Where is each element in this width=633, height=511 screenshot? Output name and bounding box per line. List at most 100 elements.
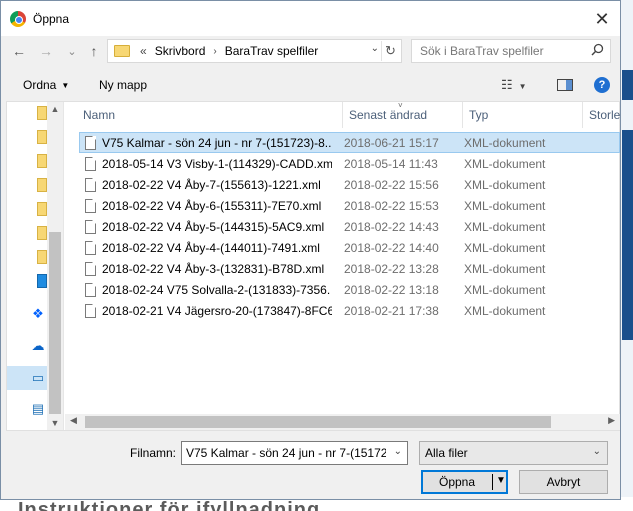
xml-document-icon	[85, 261, 96, 276]
scroll-down-icon[interactable]: ▼	[50, 418, 60, 428]
file-row[interactable]: 2018-02-22 V4 Åby-4-(144011)-7491.xml 201…	[79, 237, 620, 258]
file-name: 2018-02-22 V4 Åby-3-(132831)-B78D.xml	[102, 261, 325, 276]
breadcrumb-baratrav[interactable]: BaraTrav spelfiler	[225, 44, 319, 58]
column-header-name[interactable]: Namn	[65, 102, 343, 128]
column-header-size[interactable]: Storlek	[583, 102, 620, 128]
new-folder-button[interactable]: Ny mapp	[99, 78, 147, 92]
file-type: XML-dokument	[464, 198, 546, 213]
nav-pane-scrollbar[interactable]: ▲ ▼	[47, 102, 63, 430]
background-heading: Instruktioner för ifyllnadning	[18, 499, 321, 511]
scrollbar-thumb[interactable]	[49, 232, 61, 414]
file-date: 2018-02-22 13:28	[344, 261, 439, 276]
filename-input[interactable]: V75 Kalmar - sön 24 jun - nr 7-(151723) …	[181, 441, 408, 465]
title-bar: Öppna ✕	[1, 1, 620, 36]
filename-value[interactable]: V75 Kalmar - sön 24 jun - nr 7-(151723)	[186, 446, 386, 460]
file-name: 2018-02-22 V4 Åby-7-(155613)-1221.xml	[102, 177, 321, 192]
network-icon[interactable]: ▤	[29, 401, 47, 416]
refresh-button[interactable]: ↻	[381, 41, 399, 61]
preview-pane-button[interactable]	[557, 79, 573, 91]
file-name: 2018-02-24 V75 Solvalla-2-(131833)-7356.	[102, 282, 331, 297]
search-input[interactable]: Sök i BaraTrav spelfiler	[411, 39, 611, 63]
file-date: 2018-02-22 15:53	[344, 198, 439, 213]
column-header-type[interactable]: Typ	[463, 102, 583, 128]
xml-document-icon	[85, 198, 96, 213]
open-button[interactable]: Öppna ▼	[421, 470, 508, 494]
file-name: 2018-02-22 V4 Åby-5-(144315)-5AC9.xml	[102, 219, 325, 234]
xml-document-icon	[85, 282, 96, 297]
file-type: XML-dokument	[464, 303, 546, 318]
up-folder-button[interactable]: ↑	[84, 41, 104, 61]
forward-button[interactable]: →	[36, 41, 56, 61]
column-header-date[interactable]: Senast ändrad	[343, 102, 463, 128]
command-toolbar: Ordna ▼ Ny mapp ☷ ▼ ?	[1, 69, 620, 101]
change-view-button[interactable]: ☷ ▼	[501, 77, 527, 93]
file-row[interactable]: 2018-05-14 V3 Visby-1-(114329)-CADD.xml 2…	[79, 153, 620, 174]
file-type: XML-dokument	[464, 135, 546, 150]
recent-locations-button[interactable]: ⌄	[62, 41, 82, 61]
close-button[interactable]: ✕	[590, 7, 614, 31]
horizontal-scrollbar[interactable]: ◀ ▶	[65, 414, 620, 430]
folder-icon[interactable]	[37, 130, 47, 144]
file-row[interactable]: 2018-02-22 V4 Åby-5-(144315)-5AC9.xml 201…	[79, 216, 620, 237]
xml-document-icon	[85, 219, 96, 234]
scroll-left-icon[interactable]: ◀	[70, 415, 77, 426]
folder-icon[interactable]	[37, 250, 47, 264]
open-button-label: Öppna	[438, 475, 476, 489]
file-date: 2018-02-22 15:56	[344, 177, 439, 192]
cancel-button[interactable]: Avbryt	[519, 470, 608, 494]
file-row[interactable]: 2018-02-24 V75 Solvalla-2-(131833)-7356.…	[79, 279, 620, 300]
file-date: 2018-05-14 11:43	[344, 156, 438, 171]
xml-document-icon	[85, 177, 96, 192]
chevron-down-icon[interactable]: ⌄	[394, 446, 402, 457]
open-file-dialog: Öppna ✕ ← → ⌄ ↑ « Skrivbord › BaraTrav s…	[0, 0, 621, 500]
scroll-up-icon[interactable]: ▲	[50, 104, 60, 114]
folder-icon[interactable]	[37, 106, 47, 120]
details-view-icon: ☷	[501, 77, 513, 92]
file-type: XML-dokument	[464, 219, 546, 234]
file-row[interactable]: V75 Kalmar - sön 24 jun - nr 7-(151723)-…	[79, 132, 620, 153]
onedrive-icon[interactable]: ☁	[29, 338, 47, 353]
filename-label: Filnamn:	[130, 446, 177, 460]
chrome-icon	[10, 10, 26, 27]
chevron-down-icon: ▼	[61, 81, 70, 90]
scroll-right-icon[interactable]: ▶	[608, 415, 615, 426]
folder-icon[interactable]	[37, 202, 47, 216]
file-row[interactable]: 2018-02-22 V4 Åby-3-(132831)-B78D.xml 201…	[79, 258, 620, 279]
help-button[interactable]: ?	[594, 77, 610, 93]
background-banner	[622, 70, 633, 100]
filetype-value: Alla filer	[425, 446, 468, 460]
folder-icon[interactable]	[37, 178, 47, 192]
this-pc-icon[interactable]: ▭	[29, 370, 47, 385]
xml-document-icon	[85, 303, 96, 318]
file-date: 2018-02-22 13:18	[344, 282, 439, 297]
file-row[interactable]: 2018-02-22 V4 Åby-6-(155311)-7E70.xml 201…	[79, 195, 620, 216]
organize-button[interactable]: Ordna ▼	[23, 78, 69, 92]
folder-icon[interactable]	[37, 274, 47, 288]
xml-document-icon	[85, 135, 96, 150]
split-divider	[492, 474, 493, 490]
dropbox-icon[interactable]: ❖	[29, 306, 47, 321]
organize-label: Ordna	[23, 78, 57, 92]
breadcrumb-overflow[interactable]: «	[140, 44, 147, 58]
file-type: XML-dokument	[464, 177, 546, 192]
breadcrumb-skrivbord[interactable]: Skrivbord	[155, 44, 206, 58]
address-dropdown-icon[interactable]: ⌄	[371, 43, 379, 54]
file-row[interactable]: 2018-02-22 V4 Åby-7-(155613)-1221.xml 201…	[79, 174, 620, 195]
file-name: V75 Kalmar - sön 24 jun - nr 7-(151723)-…	[102, 135, 332, 150]
chevron-down-icon: ⌄	[592, 446, 601, 457]
xml-document-icon	[85, 156, 96, 171]
folder-icon[interactable]	[37, 154, 47, 168]
filetype-select[interactable]: Alla filer ⌄	[419, 441, 608, 465]
scrollbar-thumb[interactable]	[85, 416, 551, 428]
file-row[interactable]: 2018-02-21 V4 Jägersro-20-(173847)-8FC6.…	[79, 300, 620, 321]
file-list: Namn ˅ Senast ändrad Typ Storlek V75 Kal…	[65, 102, 620, 430]
file-name: 2018-02-21 V4 Jägersro-20-(173847)-8FC6.…	[102, 303, 332, 318]
file-date: 2018-02-22 14:40	[344, 240, 439, 255]
folder-icon[interactable]	[37, 226, 47, 240]
breadcrumb-separator-icon[interactable]: ›	[213, 46, 216, 57]
search-placeholder: Sök i BaraTrav spelfiler	[420, 44, 544, 58]
open-options-arrow-icon[interactable]: ▼	[496, 475, 506, 486]
back-button[interactable]: ←	[9, 41, 29, 61]
navigation-pane: ❖ ☁ ▭ ▤ ▲ ▼	[7, 102, 64, 430]
address-bar[interactable]: « Skrivbord › BaraTrav spelfiler ⌄ ↻	[107, 39, 402, 63]
